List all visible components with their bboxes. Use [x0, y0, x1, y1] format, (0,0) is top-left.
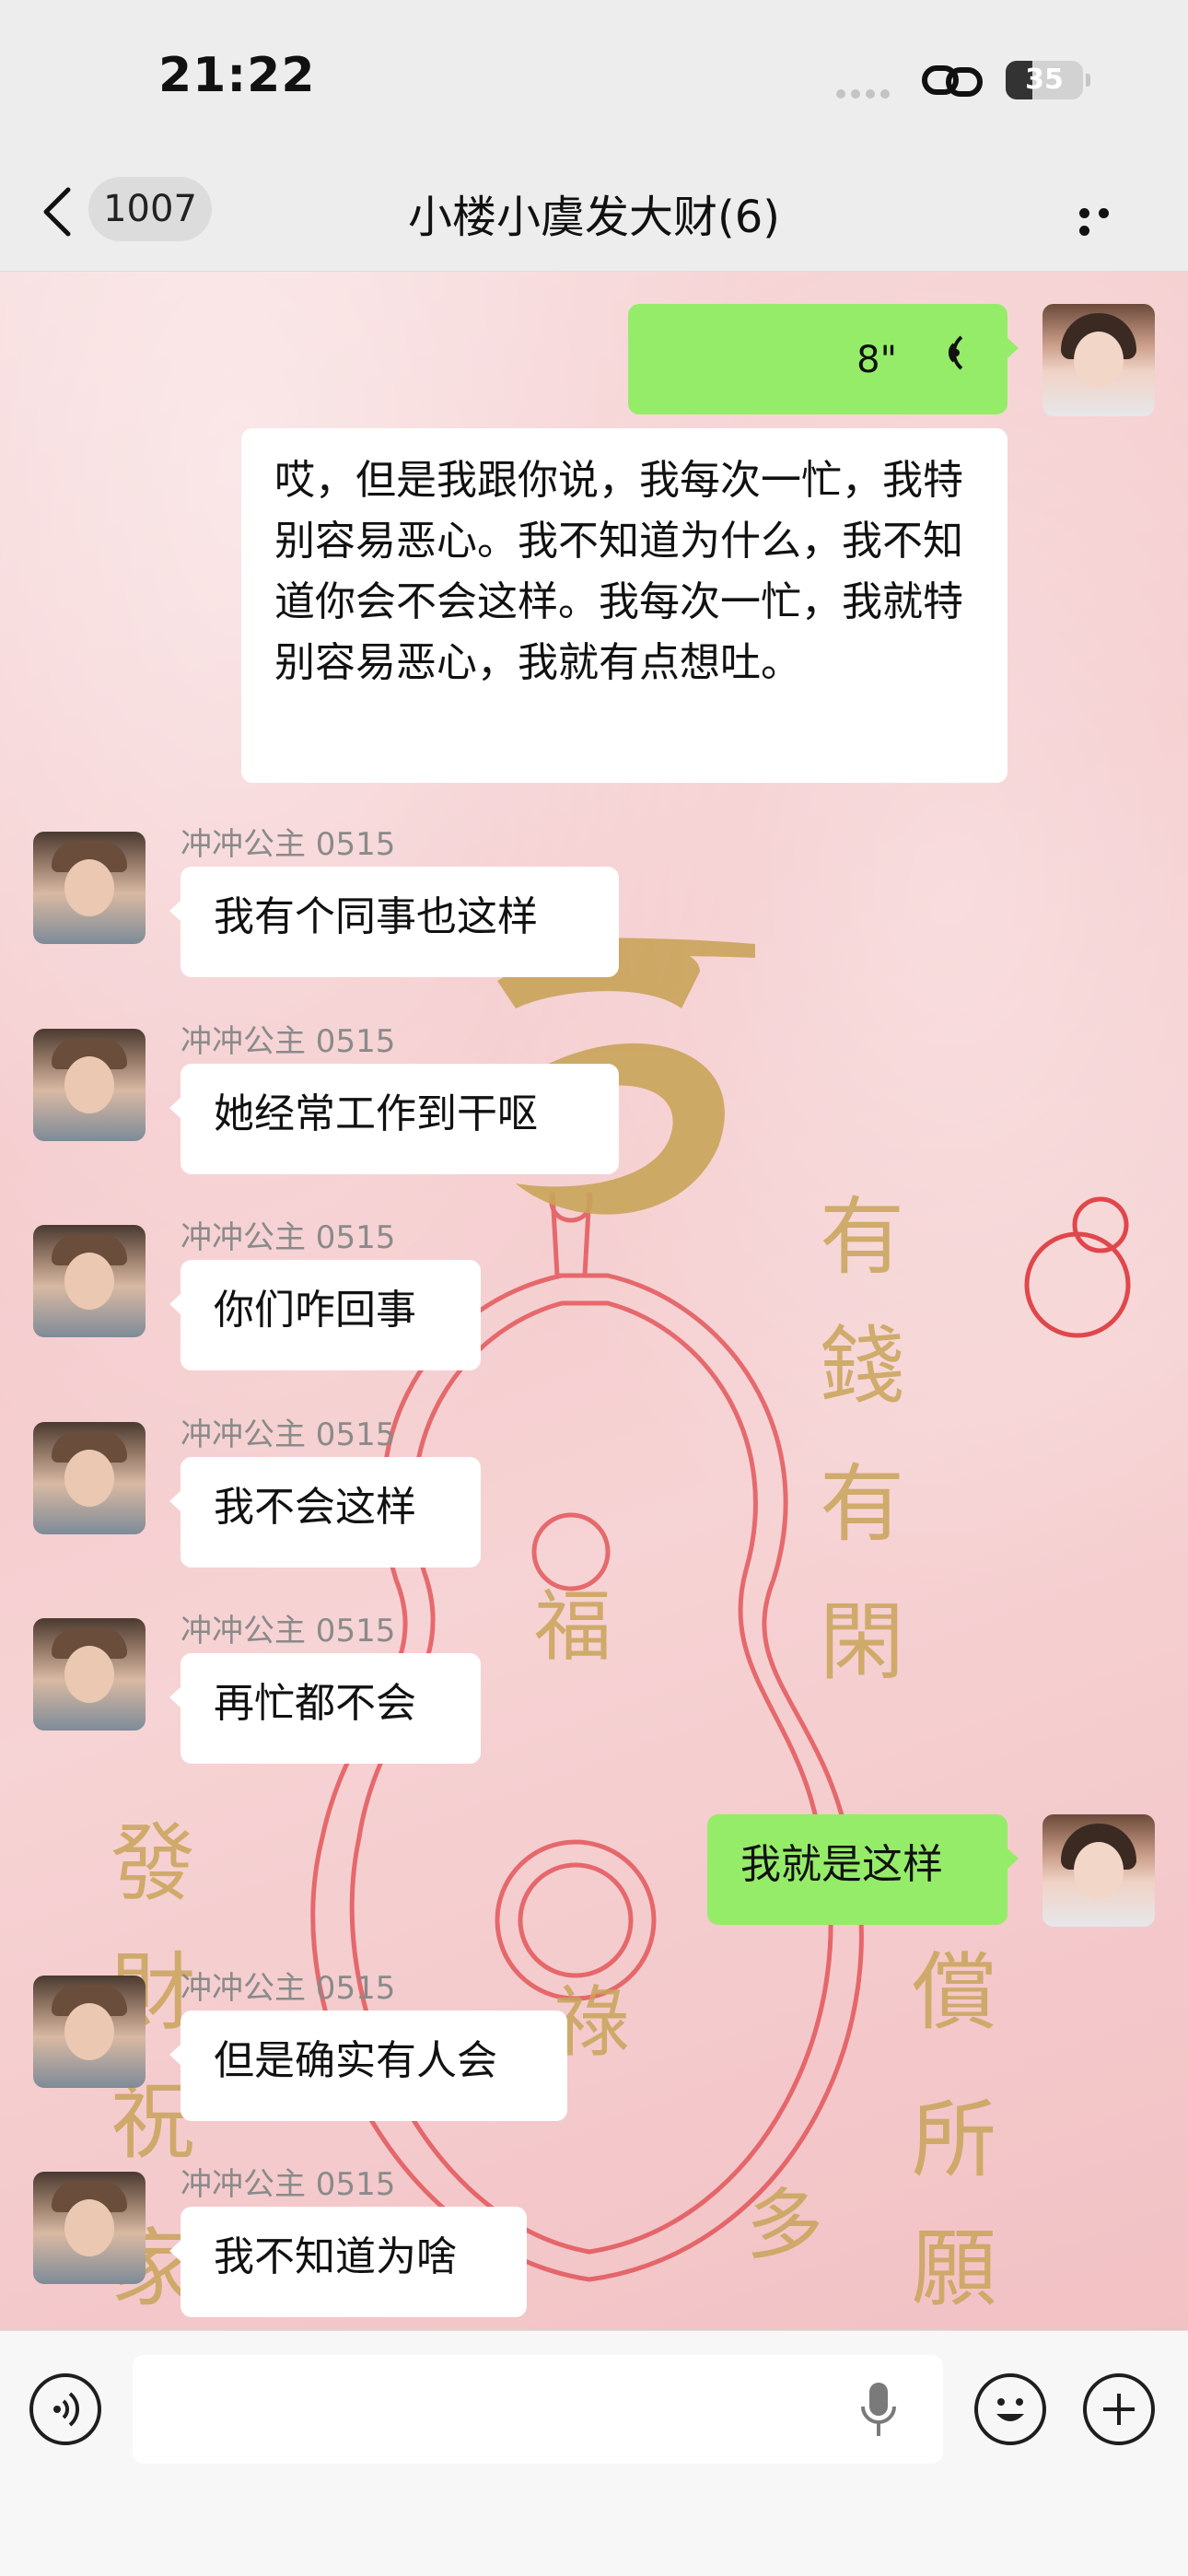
avatar-friend[interactable]	[33, 1618, 146, 1731]
message-input[interactable]	[133, 2355, 943, 2464]
voice-mode-icon[interactable]	[29, 2373, 101, 2445]
input-bar	[0, 2330, 1188, 2576]
message-text: 哎，但是我跟你说，我每次一忙，我特别容易恶心。我不知道为什么，我不知道你会不会这…	[274, 457, 963, 686]
sender-name: 冲冲公主 0515	[181, 1219, 396, 1256]
plus-icon[interactable]	[1083, 2373, 1155, 2445]
wallpaper-char: 有	[820, 1188, 904, 1287]
avatar-friend[interactable]	[33, 832, 146, 944]
svg-text:有: 有	[820, 1455, 904, 1554]
signal-icon	[836, 85, 895, 102]
voice-duration: 8"	[856, 339, 897, 381]
message-text: 我有个同事也这样	[214, 893, 538, 940]
svg-text:多: 多	[746, 2180, 823, 2270]
text-message-bubble[interactable]: 再忙都不会	[169, 1653, 481, 1764]
svg-text:所: 所	[912, 2091, 996, 2189]
emoji-icon[interactable]	[974, 2373, 1046, 2445]
more-dots-icon[interactable]	[1079, 204, 1135, 236]
sender-name: 冲冲公主 0515	[181, 1416, 396, 1453]
svg-text:償: 償	[912, 1943, 996, 2042]
message-text: 她经常工作到干呕	[214, 1090, 538, 1137]
microphone-icon[interactable]	[860, 2381, 897, 2438]
voice-wave-icon	[948, 335, 963, 370]
message-row: 8"	[0, 272, 1188, 419]
avatar-friend[interactable]	[33, 1976, 146, 2088]
text-message-bubble[interactable]: 我不会这样	[169, 1457, 481, 1568]
text-message-bubble[interactable]: 哎，但是我跟你说，我每次一忙，我特别容易恶心。我不知道为什么，我不知道你会不会这…	[241, 428, 1007, 783]
avatar-me[interactable]	[1042, 1814, 1155, 1927]
status-bar: 21:22 35	[0, 0, 1188, 157]
message-text: 我不知道为啥	[214, 2233, 457, 2280]
avatar-friend[interactable]	[33, 1422, 146, 1534]
text-message-bubble[interactable]: 我不知道为啥	[169, 2207, 527, 2317]
chat-message-list[interactable]: 有 錢 有 閑 償 所 願 發 財 祝 家 福 祿 多 8" 哎，但是我跟你说，…	[0, 272, 1188, 2330]
text-message-bubble[interactable]: 但是确实有人会	[169, 2011, 567, 2121]
text-message-bubble[interactable]: 她经常工作到干呕	[169, 1064, 619, 1174]
sender-name: 冲冲公主 0515	[181, 1023, 396, 1060]
battery-icon: 35	[1006, 61, 1090, 99]
sender-name: 冲冲公主 0515	[181, 1613, 396, 1649]
sender-name: 冲冲公主 0515	[181, 1970, 396, 2007]
svg-text:福: 福	[534, 1581, 611, 1672]
message-text: 再忙都不会	[214, 1680, 416, 1727]
svg-text:閑: 閑	[820, 1593, 904, 1692]
sender-name: 冲冲公主 0515	[181, 2166, 396, 2203]
voice-message-bubble[interactable]: 8"	[628, 304, 1019, 414]
svg-text:願: 願	[912, 2220, 996, 2318]
message-text: 我就是这样	[740, 1841, 943, 1888]
sender-name: 冲冲公主 0515	[181, 826, 396, 863]
text-message-bubble[interactable]: 我就是这样	[707, 1814, 1019, 1925]
avatar-me[interactable]	[1042, 304, 1155, 416]
svg-text:錢: 錢	[820, 1317, 904, 1416]
message-text: 但是确实有人会	[214, 2037, 497, 2084]
chat-title: 小楼小虞发大财(6)	[408, 192, 780, 243]
message-text: 你们咋回事	[214, 1287, 416, 1334]
link-icon	[922, 65, 983, 97]
chat-header: 1007 小楼小虞发大财(6)	[0, 157, 1188, 272]
text-message-bubble[interactable]: 你们咋回事	[169, 1260, 481, 1370]
status-time: 21:22	[158, 48, 316, 103]
message-text: 我不会这样	[214, 1484, 416, 1531]
svg-text:發: 發	[111, 1814, 195, 1913]
avatar-friend[interactable]	[33, 1225, 146, 1337]
avatar-friend[interactable]	[33, 1029, 146, 1141]
text-message-bubble[interactable]: 我有个同事也这样	[169, 867, 619, 977]
battery-level: 35	[1025, 64, 1064, 96]
avatar-friend[interactable]	[33, 2172, 146, 2284]
